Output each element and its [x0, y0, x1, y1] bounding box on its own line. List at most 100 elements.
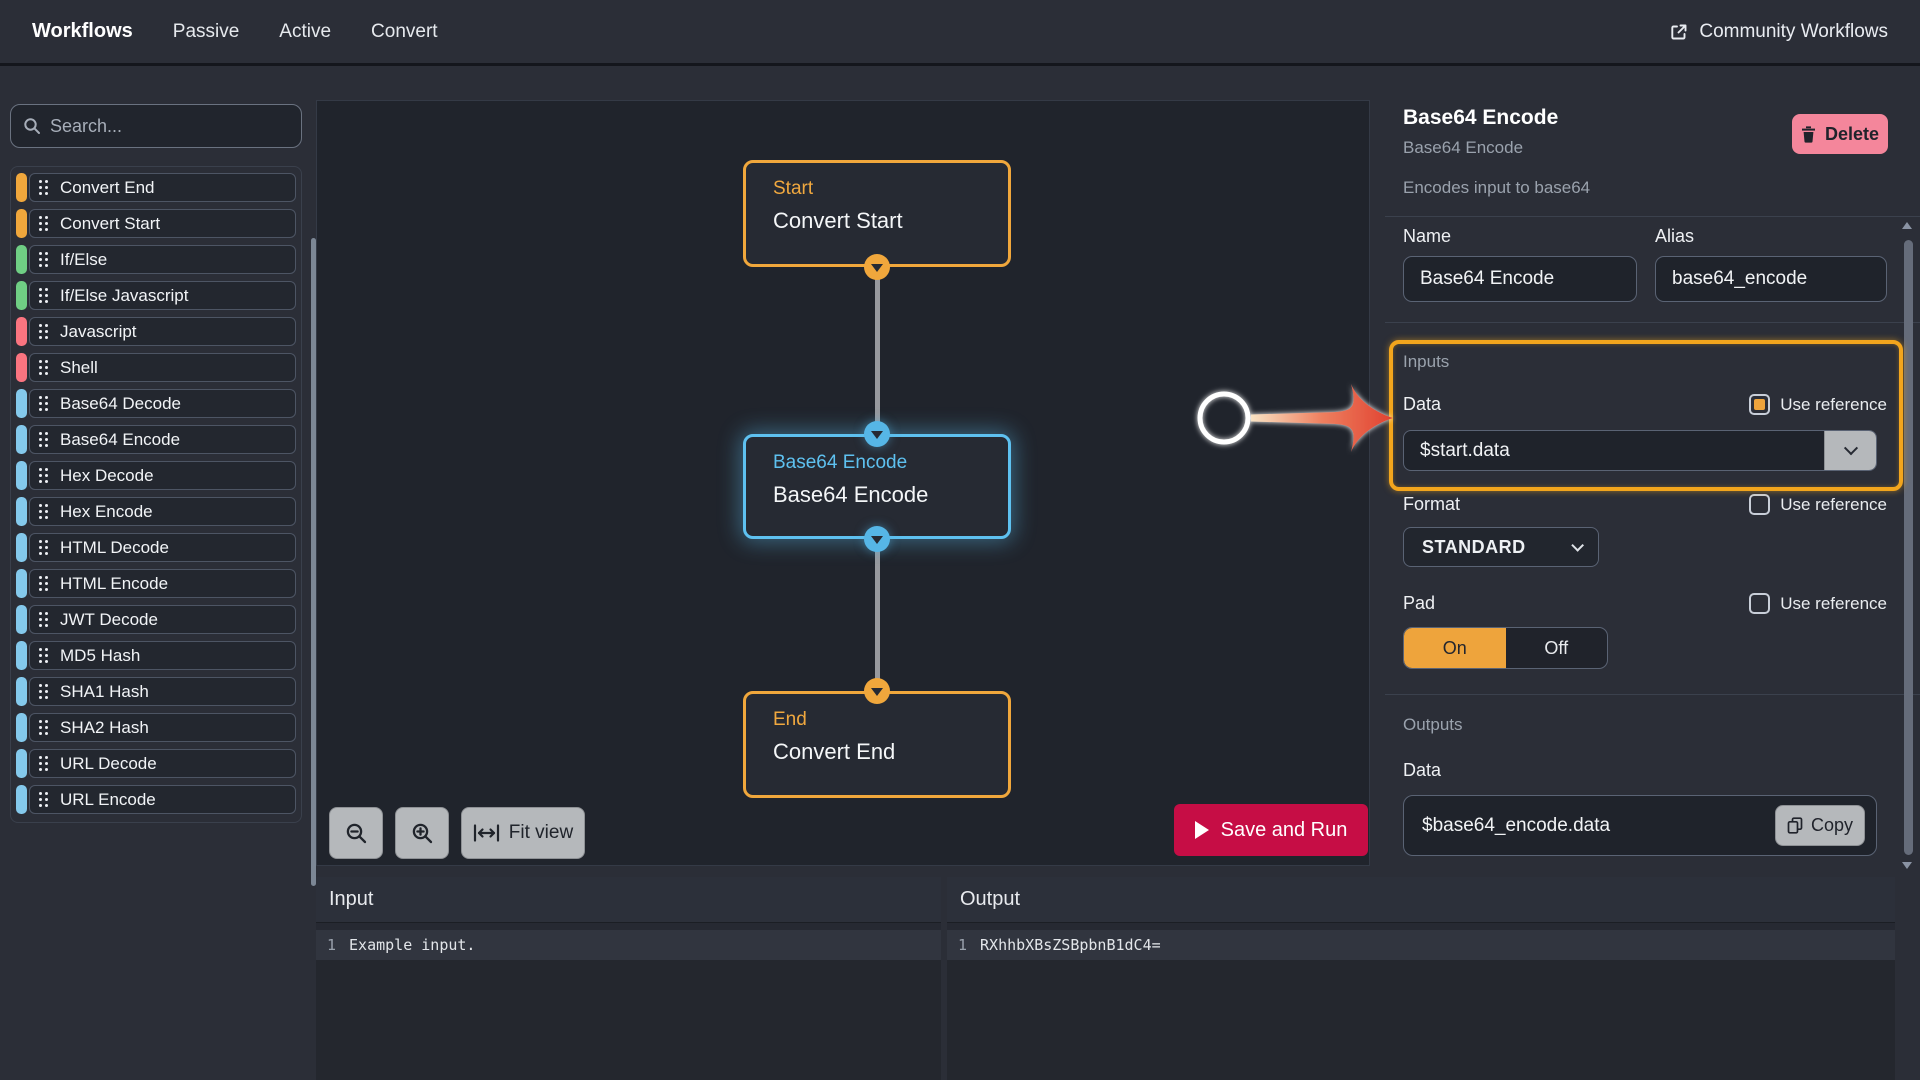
drag-handle-icon [39, 323, 49, 340]
handle-base64-input[interactable] [864, 421, 890, 447]
node-type-label: Start [773, 178, 814, 199]
module-list-item[interactable]: Javascript [16, 317, 296, 346]
data-value-select[interactable]: $start.data [1403, 430, 1877, 471]
drag-handle-icon [39, 647, 49, 664]
module-list-item[interactable]: SHA1 Hash [16, 677, 296, 706]
pad-use-reference-toggle[interactable]: Use reference [1749, 593, 1887, 614]
output-editor-body[interactable] [947, 960, 1895, 1080]
module-list-item[interactable]: If/Else [16, 245, 296, 274]
pad-on-button[interactable]: On [1404, 628, 1506, 668]
format-use-reference-toggle[interactable]: Use reference [1749, 494, 1887, 515]
inputs-section-label: Inputs [1403, 352, 1450, 371]
pad-off-button[interactable]: Off [1506, 628, 1608, 668]
node-type-label: Base64 Encode [773, 452, 908, 473]
workflow-canvas[interactable]: Start Convert Start Base64 Encode Base64… [316, 100, 1370, 866]
module-sidebar: Convert End Convert Start If/Else If/Els… [0, 66, 316, 1080]
zoom-in-button[interactable] [395, 807, 449, 859]
module-list-item[interactable]: Hex Encode [16, 497, 296, 526]
module-list-item[interactable]: MD5 Hash [16, 641, 296, 670]
module-list-item[interactable]: Convert Start [16, 209, 296, 238]
module-label: HTML Encode [60, 573, 169, 593]
nav-tab-convert[interactable]: Convert [371, 21, 438, 43]
module-list-item[interactable]: Base64 Encode [16, 425, 296, 454]
module-list-item[interactable]: Convert End [16, 173, 296, 202]
output-editor-panel[interactable]: Output 1 RXhhbXBsZSBpbnB1dC4= [947, 877, 1895, 1080]
data-select-dropdown-button[interactable] [1824, 431, 1876, 470]
scrollbar-down-arrow[interactable] [1902, 862, 1912, 869]
handle-start-output[interactable] [864, 254, 890, 280]
drag-handle-icon [39, 791, 49, 808]
name-input[interactable] [1403, 256, 1637, 302]
data-field-label: Data [1403, 394, 1442, 414]
drag-handle-icon [39, 539, 49, 556]
node-convert-start[interactable]: Start Convert Start [743, 160, 1011, 267]
module-color-accent [16, 713, 27, 742]
edge-base64-to-end [875, 539, 880, 691]
module-list-item[interactable]: SHA2 Hash [16, 713, 296, 742]
module-list-item[interactable]: Hex Decode [16, 461, 296, 490]
use-reference-checkbox[interactable] [1749, 494, 1771, 515]
nav-tab-passive[interactable]: Passive [173, 21, 240, 43]
module-color-accent [16, 461, 27, 490]
node-base64-encode[interactable]: Base64 Encode Base64 Encode [743, 434, 1011, 539]
drag-handle-icon [39, 431, 49, 448]
copy-icon [1787, 817, 1803, 834]
name-field-label: Name [1403, 226, 1452, 246]
module-list-item[interactable]: URL Encode [16, 785, 296, 814]
fit-view-label: Fit view [508, 822, 574, 843]
use-reference-checkbox[interactable] [1749, 593, 1771, 614]
search-box [10, 104, 302, 148]
alias-field-label: Alias [1655, 226, 1695, 246]
data-field-row: Data Use reference [1403, 394, 1887, 415]
fit-view-button[interactable]: Fit view [461, 807, 585, 859]
chevron-down-icon [871, 264, 883, 272]
use-reference-label: Use reference [1780, 394, 1887, 414]
module-label: URL Decode [60, 753, 157, 773]
node-convert-end[interactable]: End Convert End [743, 691, 1011, 798]
save-and-run-button[interactable]: Save and Run [1174, 804, 1368, 856]
zoom-out-icon [345, 822, 368, 845]
module-label: Convert Start [60, 213, 161, 233]
module-label: Javascript [60, 321, 137, 341]
input-editor-body[interactable] [316, 960, 941, 1080]
use-reference-checkbox[interactable] [1749, 394, 1771, 415]
module-list-item[interactable]: URL Decode [16, 749, 296, 778]
module-label: Shell [60, 357, 98, 377]
nav-brand-workflows[interactable]: Workflows [32, 20, 133, 43]
zoom-out-button[interactable] [329, 807, 383, 859]
copy-button[interactable]: Copy [1775, 805, 1865, 846]
module-label: HTML Decode [60, 537, 169, 557]
node-name-label: Convert End [773, 739, 896, 764]
drag-handle-icon [39, 467, 49, 484]
format-select[interactable]: STANDARD [1403, 527, 1599, 567]
module-list-item[interactable]: Base64 Decode [16, 389, 296, 418]
handle-base64-output[interactable] [864, 526, 890, 552]
drag-handle-icon [39, 395, 49, 412]
module-color-accent [16, 569, 27, 598]
module-list-item[interactable]: HTML Decode [16, 533, 296, 562]
output-line-1: 1 RXhhbXBsZSBpbnB1dC4= [947, 930, 1895, 960]
module-list-item[interactable]: Shell [16, 353, 296, 382]
search-input[interactable] [50, 115, 289, 137]
nav-tab-active[interactable]: Active [279, 21, 331, 43]
scrollbar-up-arrow[interactable] [1902, 222, 1912, 229]
module-list-item[interactable]: JWT Decode [16, 605, 296, 634]
line-number: 1 [958, 936, 968, 954]
chevron-down-icon [871, 536, 883, 544]
handle-end-input[interactable] [864, 678, 890, 704]
module-color-accent [16, 317, 27, 346]
copy-label: Copy [1810, 815, 1854, 835]
use-reference-label: Use reference [1780, 494, 1887, 514]
input-editor-panel[interactable]: Input 1 Example input. [316, 877, 941, 1080]
module-label: Base64 Encode [60, 429, 181, 449]
inspector-scrollbar-thumb[interactable] [1904, 240, 1913, 855]
community-workflows-link[interactable]: Community Workflows [1669, 21, 1888, 43]
module-list-item[interactable]: HTML Encode [16, 569, 296, 598]
alias-input[interactable] [1655, 256, 1887, 302]
top-navigation-bar: Workflows Passive Active Convert Communi… [0, 0, 1920, 66]
divider [1385, 216, 1920, 217]
data-use-reference-toggle[interactable]: Use reference [1749, 394, 1887, 415]
module-list-item[interactable]: If/Else Javascript [16, 281, 296, 310]
canvas-controls: Fit view [329, 807, 585, 859]
fit-view-icon [473, 824, 500, 842]
